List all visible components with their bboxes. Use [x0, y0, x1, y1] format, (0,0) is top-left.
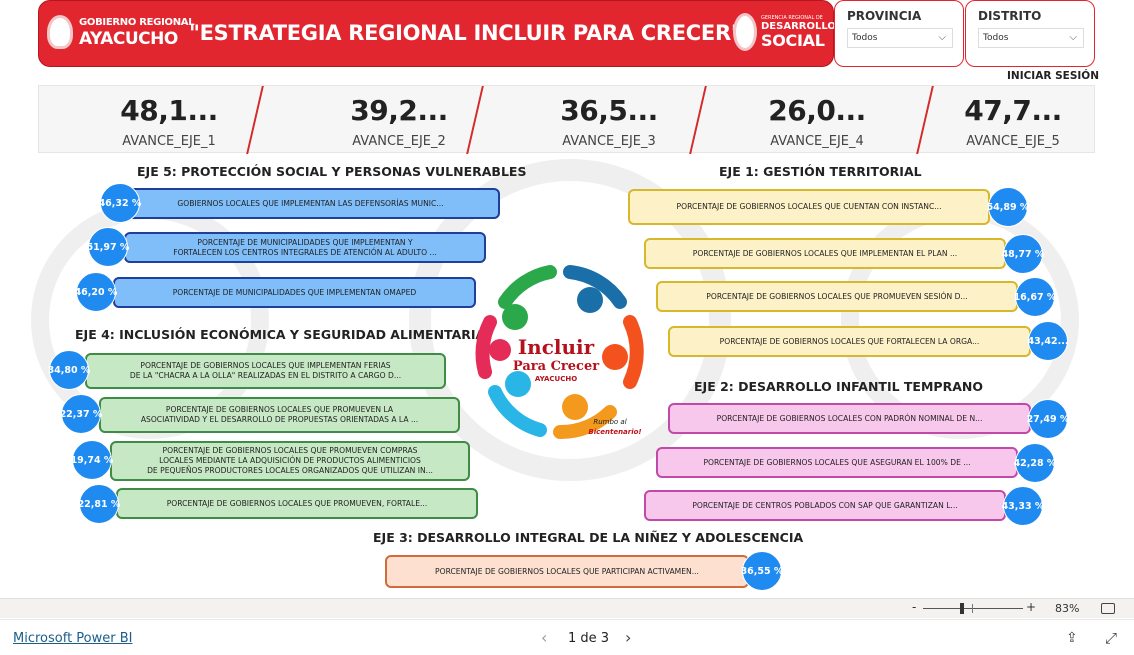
- incluir-para-crecer-logo: Incluir Para Crecer AYACUCHO Rumbo al Bi…: [475, 265, 644, 440]
- eje2-indicator-bar[interactable]: PORCENTAJE DE CENTROS POBLADOS CON SAP Q…: [644, 490, 1006, 521]
- eje2-pct-badge: 27,49 %: [1027, 399, 1069, 439]
- eje2-pct-badge: 43,33 %: [1002, 486, 1044, 526]
- desarrollo-social-logo: GERENCIA REGIONAL DE DESARROLLO SOCIAL: [733, 13, 836, 53]
- kpi-label: AVANCE_EJE_5: [966, 134, 1060, 149]
- distrito-value: Todos: [983, 33, 1009, 43]
- eje5-title: EJE 5: PROTECCIÓN SOCIAL Y PERSONAS VULN…: [137, 164, 527, 179]
- prev-page-icon[interactable]: ‹: [541, 628, 547, 647]
- eje2-indicator-bar[interactable]: PORCENTAJE DE GOBIERNOS LOCALES CON PADR…: [668, 403, 1031, 434]
- eje4-pct-badge: 34,80 %: [48, 350, 90, 390]
- logo-text-para-crecer: Para Crecer: [513, 359, 599, 374]
- eje5-indicator-bar[interactable]: PORCENTAJE DE MUNICIPALIDADES QUE IMPLEM…: [124, 232, 486, 263]
- zoom-slider-tick: [972, 604, 973, 613]
- powerbi-link[interactable]: Microsoft Power BI: [13, 631, 132, 646]
- kpi-label: AVANCE_EJE_4: [770, 134, 864, 149]
- distrito-dropdown[interactable]: Todos ⌵: [978, 28, 1084, 48]
- eje5-pct-badge: 51,97 %: [87, 227, 129, 267]
- kpi-label: AVANCE_EJE_3: [562, 134, 656, 149]
- eje3-indicator-bar[interactable]: PORCENTAJE DE GOBIERNOS LOCALES QUE PART…: [385, 555, 749, 588]
- eje1-indicator-bar[interactable]: PORCENTAJE DE GOBIERNOS LOCALES QUE PROM…: [656, 281, 1018, 312]
- eje4-indicator-bar[interactable]: PORCENTAJE DE GOBIERNOS LOCALES QUE PROM…: [99, 397, 460, 433]
- eje2-title: EJE 2: DESARROLLO INFANTIL TEMPRANO: [694, 379, 983, 394]
- page-indicator: 1 de 3: [568, 631, 610, 646]
- eje5-pct-badge: 46,32 %: [99, 183, 141, 223]
- provincia-filter: PROVINCIA Todos ⌵: [834, 0, 964, 67]
- zoom-in-button[interactable]: +: [1026, 600, 1036, 614]
- eje1-indicator-bar[interactable]: PORCENTAJE DE GOBIERNOS LOCALES QUE CUEN…: [628, 189, 990, 225]
- zoom-bar: - + 83%: [0, 598, 1134, 618]
- login-link[interactable]: INICIAR SESIÓN: [1007, 70, 1099, 82]
- kpi-value: 39,2...: [350, 94, 448, 127]
- eje4-indicator-bar[interactable]: PORCENTAJE DE GOBIERNOS LOCALES QUE PROM…: [110, 441, 470, 481]
- eje1-indicator-bar[interactable]: PORCENTAJE DE GOBIERNOS LOCALES QUE IMPL…: [644, 238, 1006, 269]
- report-canvas: GOBIERNO REGIONAL AYACUCHO "ESTRATEGIA R…: [0, 0, 1134, 598]
- regional-seal-icon: [47, 15, 73, 49]
- logo-text-incluir: Incluir: [518, 335, 595, 359]
- kpi-eje-4: 26,0... AVANCE_EJE_4: [717, 86, 917, 154]
- gobierno-regional-logo: GOBIERNO REGIONAL AYACUCHO: [47, 13, 195, 53]
- eje4-pct-badge: 19,74 %: [71, 440, 113, 480]
- kpi-value: 36,5...: [560, 94, 658, 127]
- dept-seal-icon: [733, 13, 757, 51]
- eje5-indicator-bar[interactable]: PORCENTAJE DE MUNICIPALIDADES QUE IMPLEM…: [113, 277, 476, 308]
- header-banner: GOBIERNO REGIONAL AYACUCHO "ESTRATEGIA R…: [38, 0, 836, 67]
- powerbi-footer: Microsoft Power BI ‹ 1 de 3 › ⇪ ⤢: [0, 619, 1134, 655]
- kpi-bar: 48,1... AVANCE_EJE_1 39,2... AVANCE_EJE_…: [38, 85, 1095, 154]
- zoom-slider-thumb[interactable]: [960, 603, 964, 614]
- eje1-pct-badge: 43,42...: [1028, 321, 1068, 361]
- chevron-down-icon: ⌵: [1069, 32, 1077, 43]
- kpi-value: 47,7...: [964, 94, 1062, 127]
- eje2-indicator-bar[interactable]: PORCENTAJE DE GOBIERNOS LOCALES QUE ASEG…: [656, 447, 1018, 478]
- eje4-indicator-bar[interactable]: PORCENTAJE DE GOBIERNOS LOCALES QUE IMPL…: [85, 353, 446, 389]
- eje1-pct-badge: 54,89 %: [987, 187, 1029, 227]
- kpi-eje-5: 47,7... AVANCE_EJE_5: [913, 86, 1113, 154]
- chevron-down-icon: ⌵: [938, 32, 946, 43]
- provincia-value: Todos: [852, 33, 878, 43]
- eje4-pct-badge: 22,81 %: [78, 484, 120, 524]
- distrito-label: DISTRITO: [978, 9, 1042, 23]
- zoom-slider-track[interactable]: [923, 608, 1023, 609]
- kpi-value: 26,0...: [768, 94, 866, 127]
- eje5-indicator-bar[interactable]: GOBIERNOS LOCALES QUE IMPLEMENTAN LAS DE…: [121, 188, 500, 219]
- logo-tag-2: Bicentenario!: [588, 428, 641, 436]
- kpi-eje-1: 48,1... AVANCE_EJE_1: [69, 86, 269, 154]
- eje1-pct-badge: 48,77 %: [1002, 234, 1044, 274]
- zoom-level: 83%: [1055, 602, 1080, 615]
- next-page-icon[interactable]: ›: [625, 628, 631, 647]
- eje2-pct-badge: 42,28 %: [1014, 443, 1056, 483]
- eje4-pct-badge: 22,37 %: [60, 394, 102, 434]
- eje1-title: EJE 1: GESTIÓN TERRITORIAL: [719, 164, 922, 179]
- eje5-pct-badge: 46,20 %: [75, 272, 117, 312]
- eje3-title: EJE 3: DESARROLLO INTEGRAL DE LA NIÑEZ Y…: [373, 530, 804, 545]
- distrito-filter: DISTRITO Todos ⌵: [965, 0, 1095, 67]
- logo-tag-1: Rumbo al: [593, 418, 626, 426]
- kpi-value: 48,1...: [120, 94, 218, 127]
- kpi-eje-3: 36,5... AVANCE_EJE_3: [509, 86, 709, 154]
- eje3-pct-badge: 36,55 %: [741, 551, 783, 591]
- eje4-title: EJE 4: INCLUSIÓN ECONÓMICA Y SEGURIDAD A…: [75, 327, 486, 342]
- eje4-indicator-bar[interactable]: PORCENTAJE DE GOBIERNOS LOCALES QUE PROM…: [116, 488, 478, 519]
- report-title: "ESTRATEGIA REGIONAL INCLUIR PARA CRECER…: [189, 21, 742, 45]
- fit-to-page-icon[interactable]: [1101, 603, 1115, 614]
- eje1-indicator-bar[interactable]: PORCENTAJE DE GOBIERNOS LOCALES QUE FORT…: [668, 326, 1031, 357]
- logo-text-ayacucho: AYACUCHO: [535, 375, 577, 383]
- expand-icon[interactable]: ⤢: [1105, 629, 1117, 647]
- provincia-dropdown[interactable]: Todos ⌵: [847, 28, 953, 48]
- zoom-out-button[interactable]: -: [912, 600, 916, 614]
- provincia-label: PROVINCIA: [847, 9, 922, 23]
- kpi-label: AVANCE_EJE_1: [122, 134, 216, 149]
- eje1-pct-badge: 16,67 %: [1014, 277, 1056, 317]
- share-icon[interactable]: ⇪: [1066, 630, 1078, 646]
